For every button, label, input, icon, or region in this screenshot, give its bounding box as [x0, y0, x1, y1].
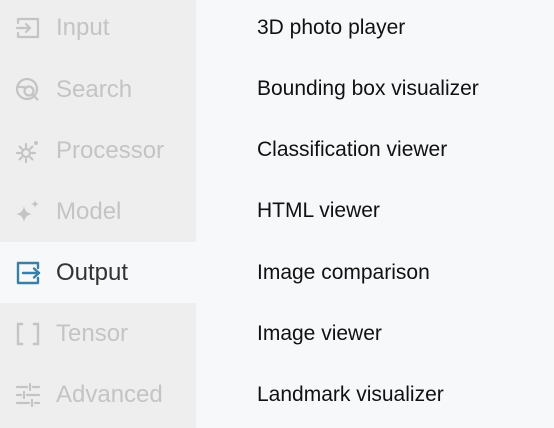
processor-gear-icon	[14, 137, 42, 165]
sidebar-item-input[interactable]: Input	[0, 0, 196, 58]
tensor-brackets-icon	[14, 320, 42, 348]
sidebar-item-label: Model	[56, 197, 122, 225]
sidebar-item-label: Tensor	[56, 319, 129, 347]
sidebar-item-tensor[interactable]: Tensor	[0, 303, 196, 364]
sidebar-item-processor[interactable]: Processor	[0, 120, 196, 181]
list-item-image-comparison[interactable]: Image comparison	[257, 242, 547, 303]
list-item-html-viewer[interactable]: HTML viewer	[257, 180, 547, 241]
list-item-bounding-box-visualizer[interactable]: Bounding box visualizer	[257, 58, 547, 119]
search-icon	[14, 76, 42, 104]
sidebar-item-label: Search	[56, 75, 133, 103]
sidebar-item-label: Input	[56, 13, 110, 41]
list-item-landmark-visualizer[interactable]: Landmark visualizer	[257, 364, 547, 425]
output-options-list: 3D photo player Bounding box visualizer …	[196, 0, 554, 428]
sidebar-item-label: Output	[56, 258, 129, 286]
list-item-classification-viewer[interactable]: Classification viewer	[257, 119, 547, 180]
list-item-image-viewer[interactable]: Image viewer	[257, 303, 547, 364]
list-item-3d-photo-player[interactable]: 3D photo player	[257, 0, 547, 58]
sidebar-item-output[interactable]: Output	[0, 242, 196, 303]
sidebar-item-advanced[interactable]: Advanced	[0, 364, 196, 425]
model-sparkle-icon	[14, 198, 42, 226]
output-icon	[14, 259, 42, 287]
advanced-sliders-icon	[14, 381, 42, 409]
input-icon	[14, 14, 42, 42]
category-sidebar: Input Search Processor Model Output Tens…	[0, 0, 196, 428]
sidebar-item-model[interactable]: Model	[0, 181, 196, 242]
sidebar-item-search[interactable]: Search	[0, 59, 196, 120]
sidebar-item-label: Processor	[56, 136, 165, 164]
sidebar-item-label: Advanced	[56, 380, 163, 408]
